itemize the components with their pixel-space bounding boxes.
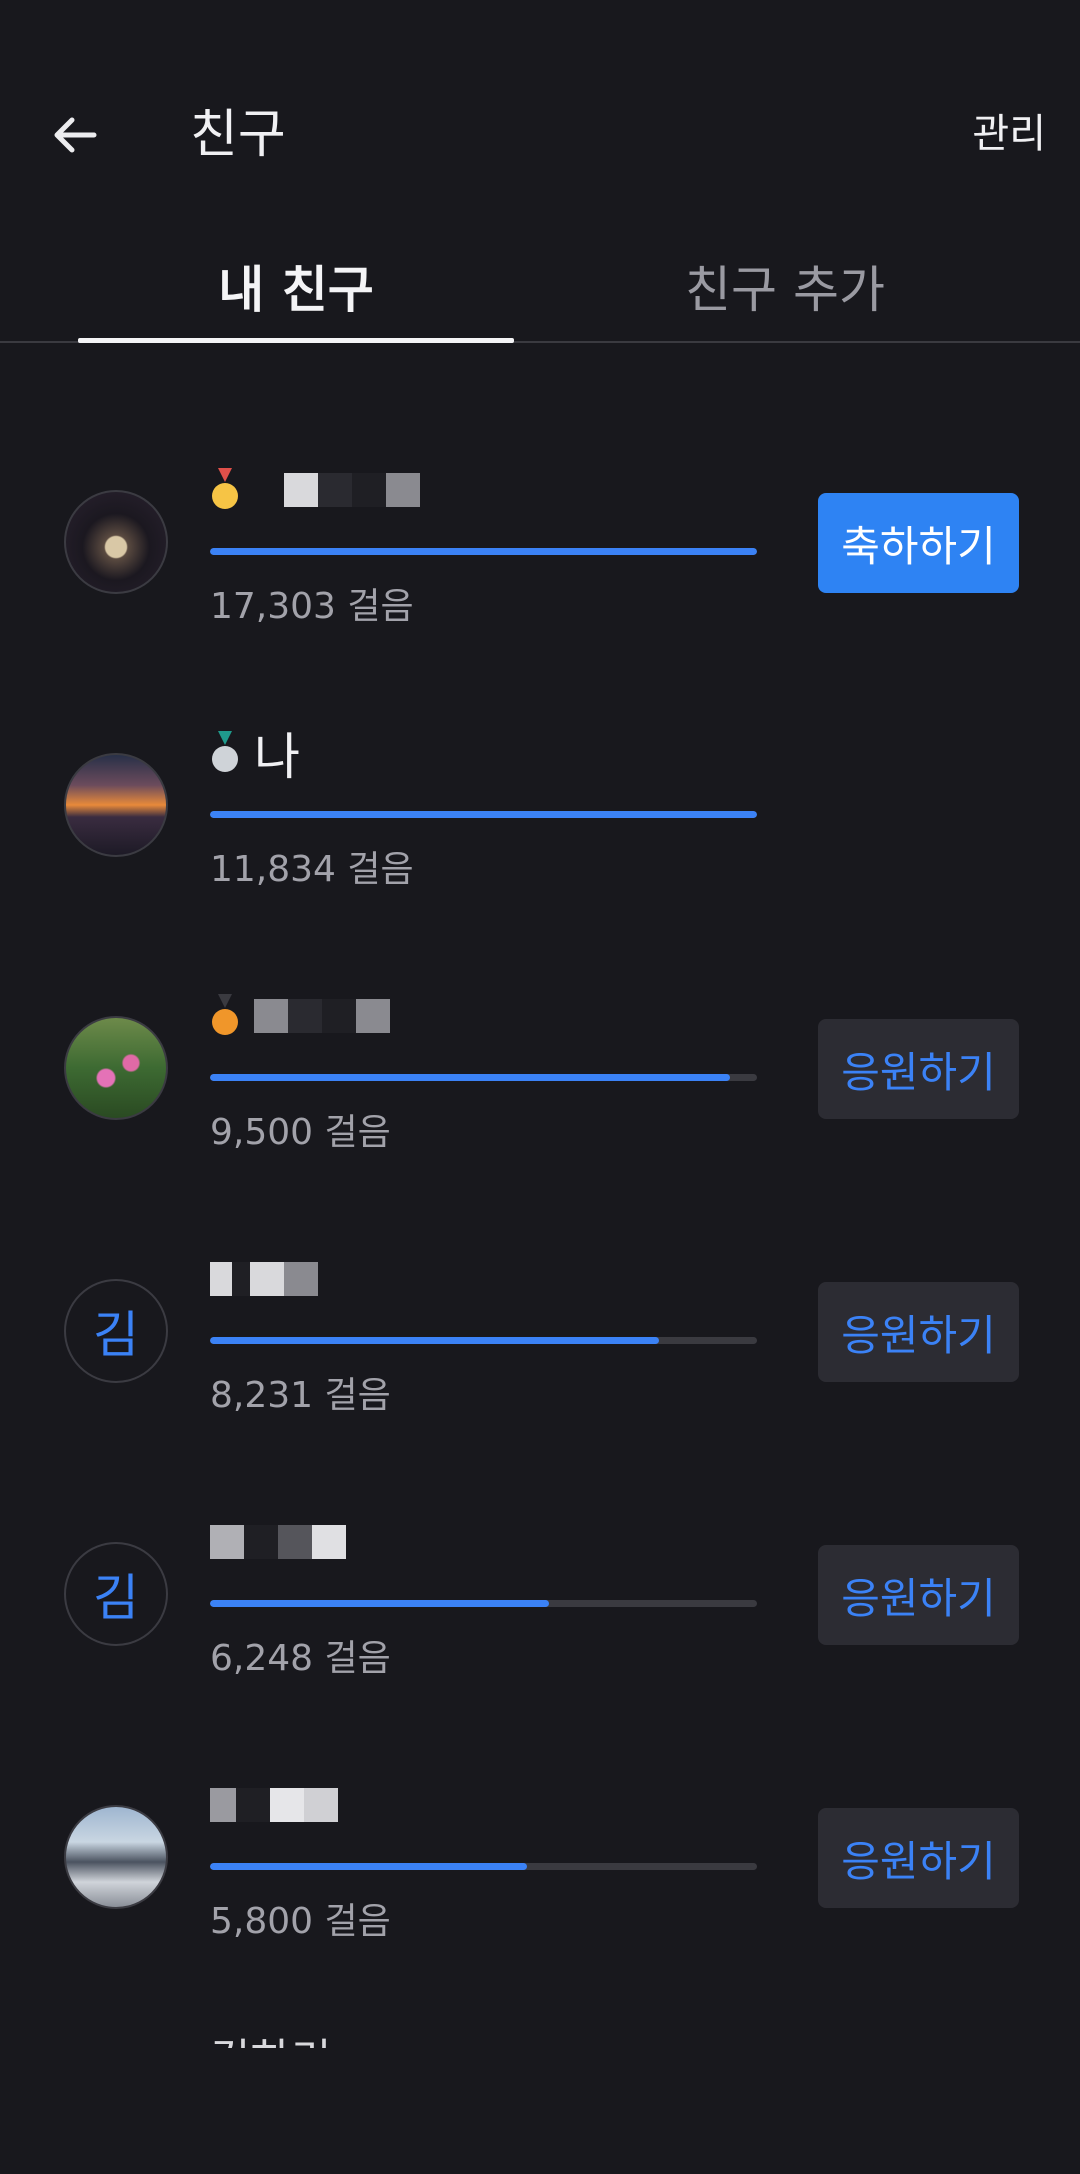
- friend-list: 17,303 걸음 축하하기 나 11,834 걸음 9,500 걸음 응원하기…: [0, 410, 1080, 2048]
- friend-name-area: [210, 1512, 346, 1572]
- friend-name: 나: [254, 728, 300, 786]
- list-item[interactable]: 김 8,231 걸음 응원하기: [0, 1199, 1080, 1462]
- manage-button[interactable]: 관리: [972, 104, 1046, 164]
- friend-name-area: [210, 986, 390, 1046]
- step-count: 5,800 걸음: [210, 1901, 391, 1942]
- step-progress-fill: [210, 1337, 659, 1344]
- cheer-button[interactable]: 응원하기: [818, 1019, 1019, 1119]
- step-progress-bar: [210, 1600, 757, 1607]
- redacted-name: [210, 1262, 318, 1296]
- page-title: 친구: [190, 105, 286, 165]
- tab-add-friend[interactable]: 친구 추가: [567, 230, 1003, 341]
- step-count: 6,248 걸음: [210, 1638, 391, 1679]
- arrow-left-icon: [54, 117, 97, 153]
- list-item[interactable]: 9,500 걸음 응원하기: [0, 936, 1080, 1199]
- step-progress-fill: [210, 1074, 730, 1081]
- step-progress-bar: [210, 1074, 757, 1081]
- step-progress-bar: [210, 1337, 757, 1344]
- step-count: 11,834 걸음: [210, 849, 414, 890]
- friend-name-area: [210, 460, 420, 520]
- friend-name-area: 나: [210, 723, 300, 786]
- cheer-button[interactable]: 응원하기: [818, 1545, 1019, 1645]
- step-count: 9,500 걸음: [210, 1112, 391, 1153]
- redacted-name: [210, 1788, 338, 1822]
- active-tab-indicator: [78, 338, 514, 343]
- cheer-button[interactable]: 응원하기: [818, 1808, 1019, 1908]
- cheer-button[interactable]: 응원하기: [818, 1282, 1019, 1382]
- friend-name: 김하리: [210, 2024, 331, 2048]
- list-item[interactable]: 17,303 걸음 축하하기: [0, 410, 1080, 673]
- back-button[interactable]: [40, 100, 110, 170]
- step-progress-bar: [210, 811, 757, 818]
- step-progress-fill: [210, 1600, 550, 1607]
- list-item[interactable]: 김 6,248 걸음 응원하기: [0, 1462, 1080, 1725]
- tab-bar: 내 친구 친구 추가: [0, 230, 1080, 343]
- app-header: 친구 관리: [0, 0, 1080, 230]
- list-item[interactable]: 5,800 걸음 응원하기: [0, 1725, 1080, 1988]
- step-progress-bar: [210, 548, 757, 555]
- congratulate-button[interactable]: 축하하기: [818, 493, 1019, 593]
- avatar[interactable]: 김: [64, 1279, 168, 1383]
- step-progress-fill: [210, 1863, 528, 1870]
- friend-name-area: [210, 1775, 338, 1835]
- step-count: 17,303 걸음: [210, 586, 414, 627]
- step-progress-fill: [210, 548, 757, 555]
- avatar[interactable]: 김: [64, 1542, 168, 1646]
- avatar[interactable]: [64, 1805, 168, 1909]
- silver-medal-icon: [212, 731, 238, 772]
- step-progress-fill: [210, 811, 757, 818]
- gold-medal-icon: [212, 468, 238, 509]
- avatar[interactable]: [64, 753, 168, 857]
- avatar[interactable]: [64, 490, 168, 594]
- tab-my-friends[interactable]: 내 친구: [78, 230, 514, 341]
- avatar[interactable]: [64, 1016, 168, 1120]
- redacted-name: [254, 473, 420, 507]
- list-item[interactable]: 나 11,834 걸음: [0, 673, 1080, 936]
- redacted-name: [210, 1525, 346, 1559]
- list-item-partial: 김하리: [0, 1988, 1080, 2048]
- step-progress-bar: [210, 1863, 757, 1870]
- step-count: 8,231 걸음: [210, 1375, 391, 1416]
- redacted-name: [254, 999, 390, 1033]
- bronze-medal-icon: [212, 994, 238, 1035]
- friend-name-area: [210, 1249, 318, 1309]
